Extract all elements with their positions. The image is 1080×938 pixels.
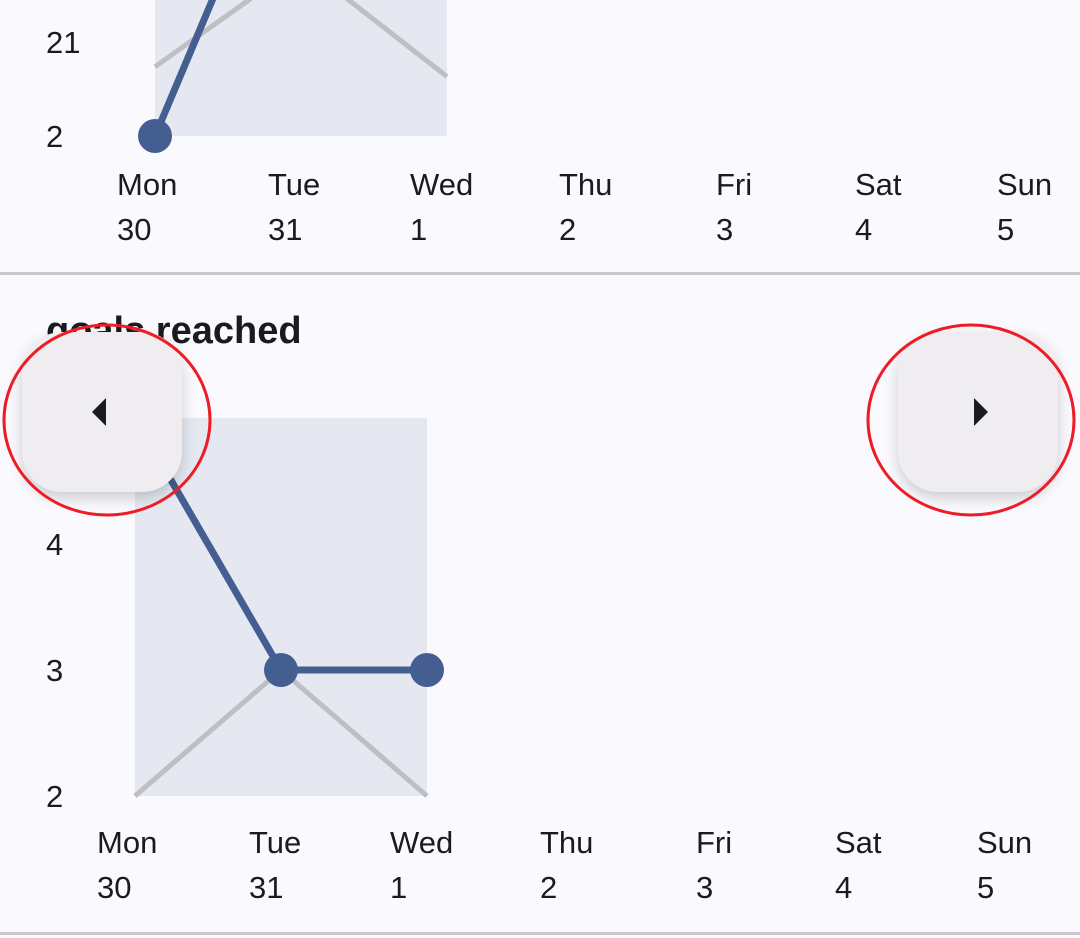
x-tick-day: Sun: [977, 825, 1032, 860]
x-tick-date: 31: [268, 212, 302, 247]
x-tick-day: Fri: [716, 167, 752, 202]
x-tick-day: Sun: [997, 167, 1052, 202]
x-tick-date: 2: [559, 212, 576, 247]
x-tick-day: Thu: [559, 167, 612, 202]
x-tick-date: 1: [390, 870, 407, 905]
x-tick-day: Thu: [540, 825, 593, 860]
x-tick-day: Sat: [835, 825, 882, 860]
data-point: [410, 653, 444, 687]
data-point: [264, 653, 298, 687]
range-band: [135, 418, 427, 796]
x-tick-date: 30: [97, 870, 131, 905]
next-week-button[interactable]: [898, 332, 1058, 492]
x-tick-day: Sat: [855, 167, 902, 202]
x-tick-date: 1: [410, 212, 427, 247]
x-tick-date: 31: [249, 870, 283, 905]
x-tick-day: Wed: [410, 167, 473, 202]
range-band: [155, 0, 447, 136]
x-tick-date: 3: [696, 870, 713, 905]
y-tick-label: 2: [46, 779, 63, 814]
x-tick-date: 5: [977, 870, 994, 905]
x-tick-date: 3: [716, 212, 733, 247]
y-tick-label: 3: [46, 653, 63, 688]
y-tick-label: 21: [46, 25, 80, 60]
x-tick-day: Mon: [117, 167, 177, 202]
section-divider: [0, 932, 1080, 935]
x-tick-day: Wed: [390, 825, 453, 860]
y-tick-label: 4: [46, 527, 63, 562]
x-tick-day: Fri: [696, 825, 732, 860]
x-tick-date: 5: [997, 212, 1014, 247]
x-tick-date: 4: [835, 870, 852, 905]
section-divider: [0, 272, 1080, 275]
triangle-left-icon: [92, 398, 106, 426]
data-point: [138, 119, 172, 153]
x-tick-day: Mon: [97, 825, 157, 860]
y-tick-label: 2: [46, 119, 63, 154]
x-tick-date: 30: [117, 212, 151, 247]
previous-week-button[interactable]: [22, 332, 182, 492]
x-tick-date: 4: [855, 212, 872, 247]
x-tick-date: 2: [540, 870, 557, 905]
triangle-right-icon: [974, 398, 988, 426]
x-tick-day: Tue: [268, 167, 320, 202]
x-tick-day: Tue: [249, 825, 301, 860]
